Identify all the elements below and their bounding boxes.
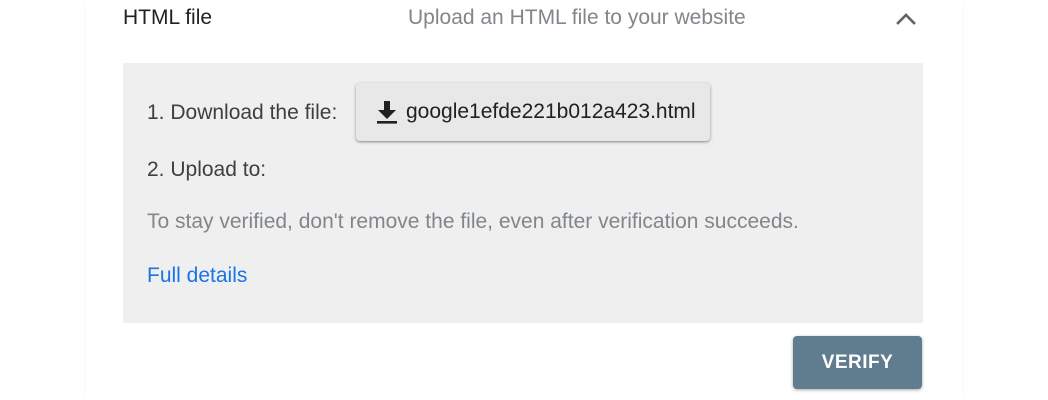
download-icon (376, 100, 398, 124)
verification-method-card: HTML file Upload an HTML file to your we… (86, 0, 962, 400)
collapse-button[interactable] (892, 4, 920, 32)
verify-button[interactable]: VERIFY (793, 336, 922, 389)
method-title: HTML file (123, 6, 213, 29)
download-filename: google1efde221b012a423.html (406, 100, 696, 123)
method-header[interactable]: HTML file Upload an HTML file to your we… (86, 0, 962, 40)
step-download-label: 1. Download the file: (147, 101, 338, 124)
download-file-button[interactable]: google1efde221b012a423.html (356, 83, 710, 141)
verification-note: To stay verified, don't remove the file,… (147, 210, 799, 233)
method-description: Upload an HTML file to your website (408, 6, 746, 29)
chevron-up-icon (896, 13, 916, 25)
page: HTML file Upload an HTML file to your we… (0, 0, 1048, 400)
instructions-panel: 1. Download the file: google1efde221b012… (123, 63, 923, 323)
full-details-link[interactable]: Full details (147, 264, 247, 288)
step-upload-label: 2. Upload to: (147, 158, 267, 181)
